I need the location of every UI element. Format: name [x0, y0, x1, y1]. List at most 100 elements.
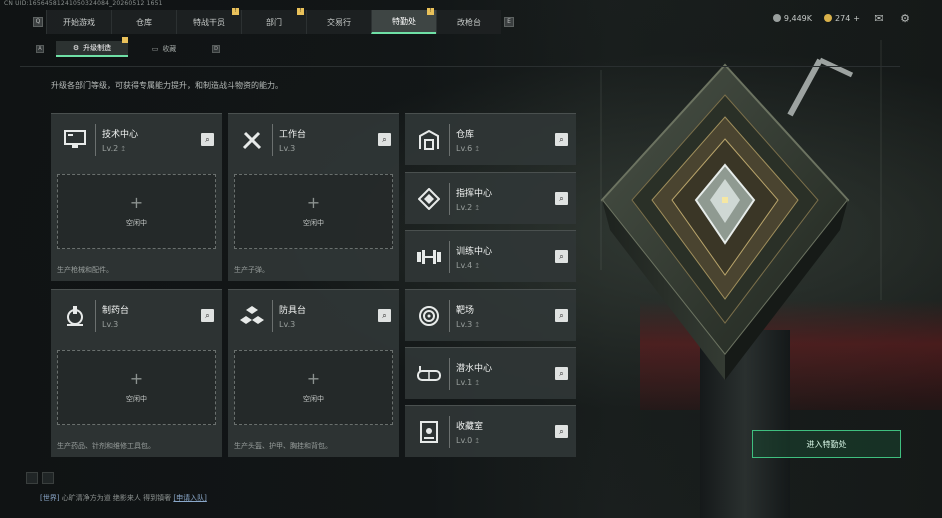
tab-start-game[interactable]: 开始游戏 — [46, 10, 111, 34]
card-warehouse[interactable]: 仓库 Lv.6 ↥ ⌕ — [405, 113, 576, 165]
card-command-center[interactable]: 指挥中心 Lv.2 ↥ ⌕ — [405, 172, 576, 224]
silver-currency: 9,449K — [772, 14, 812, 23]
card-level: Lv.4 — [456, 261, 473, 270]
slot-status: 空闲中 — [303, 218, 324, 227]
card-title: 技术中心 — [102, 130, 139, 140]
notification-badge: ! — [297, 8, 304, 15]
search-icon[interactable]: ⌕ — [555, 425, 568, 438]
tab-label: 特勤处 — [392, 16, 416, 26]
mail-icon[interactable]: ✉ — [872, 12, 886, 25]
sub-tabs: A ⚙ 升级制造 ▭ 收藏 D — [36, 37, 232, 58]
card-armor-bench[interactable]: 防具台 Lv.3 ⌕ + 空闲中 生产头盔、护甲、胸挂和背包。 — [228, 289, 399, 457]
tab-warehouse[interactable]: 仓库 — [111, 10, 176, 34]
card-shooting-range[interactable]: 靶场 Lv.3 ↥ ⌕ — [405, 289, 576, 341]
command-icon — [409, 179, 449, 219]
card-training-center[interactable]: 训练中心 Lv.4 ↥ ⌕ — [405, 230, 576, 282]
upgrade-icon: ↥ — [474, 204, 481, 212]
card-separator — [272, 124, 273, 156]
gear-icon[interactable]: ⚙ — [898, 12, 912, 25]
card-title: 制药台 — [102, 306, 130, 316]
header-divider — [20, 66, 900, 67]
plus-icon: + — [306, 192, 321, 212]
card-note: 生产药品、针剂和维修工具包。 — [57, 442, 155, 450]
tab-label: 特战干员 — [193, 17, 225, 27]
tab-label: 交易行 — [327, 17, 351, 27]
tab-trading[interactable]: 交易行 — [306, 10, 371, 34]
craft-icon: ⚙ — [72, 44, 80, 52]
card-note: 生产枪械和配件。 — [57, 266, 113, 274]
chat-channel: [世界] — [40, 494, 60, 502]
subtab-upgrade-craft[interactable]: ⚙ 升级制造 — [56, 37, 128, 57]
upgrade-icon: ↥ — [474, 262, 481, 270]
armor-icon — [232, 296, 272, 336]
target-icon — [409, 296, 449, 336]
production-slot[interactable]: + 空闲中 — [234, 174, 393, 249]
chat-toggle-icon[interactable] — [26, 472, 38, 484]
card-separator — [449, 124, 450, 156]
upgrade-icon: ↥ — [474, 437, 481, 445]
production-slot[interactable]: + 空闲中 — [57, 174, 216, 249]
join-team-link[interactable]: [申请入队] — [173, 494, 206, 502]
card-separator — [449, 358, 450, 390]
collection-icon — [409, 412, 449, 452]
a-key-icon[interactable]: A — [36, 45, 44, 53]
tab-gunsmith[interactable]: 改枪台 — [436, 10, 501, 34]
special-ops-cube-illustration — [600, 57, 854, 380]
search-icon[interactable]: ⌕ — [555, 133, 568, 146]
upgrade-icon: ↥ — [474, 379, 481, 387]
top-right-bar: 9,449K 274 + ✉ ⚙ — [772, 12, 912, 25]
search-icon[interactable]: ⌕ — [555, 192, 568, 205]
production-slot[interactable]: + 空闲中 — [234, 350, 393, 425]
card-separator — [449, 183, 450, 215]
tab-operators[interactable]: 特战干员! — [176, 8, 241, 34]
slot-status: 空闲中 — [126, 394, 147, 403]
card-note: 生产子弹。 — [234, 266, 269, 274]
tab-special-ops[interactable]: 特勤处! — [371, 8, 436, 34]
search-icon[interactable]: ⌕ — [378, 309, 391, 322]
production-slot[interactable]: + 空闲中 — [57, 350, 216, 425]
card-title: 防具台 — [279, 306, 307, 316]
search-icon[interactable]: ⌕ — [555, 309, 568, 322]
card-level: Lv.3 — [102, 320, 119, 329]
card-title: 收藏室 — [456, 422, 484, 432]
gold-amount: 274 — [835, 13, 851, 23]
card-separator — [449, 300, 450, 332]
enter-special-ops-button[interactable]: 进入特勤处 — [752, 430, 901, 458]
subtab-label: 升级制造 — [83, 44, 112, 52]
card-diving-center[interactable]: 潜水中心 Lv.1 ↥ ⌕ — [405, 347, 576, 399]
slot-status: 空闲中 — [126, 218, 147, 227]
search-icon[interactable]: ⌕ — [201, 133, 214, 146]
chat-message: 心旷清净方为道 绝影来人 得到镇奢 — [61, 494, 172, 502]
subtab-collection[interactable]: ▭ 收藏 — [128, 41, 200, 57]
card-tech-center[interactable]: 技术中心 Lv.2 ↥ ⌕ + 空闲中 生产枪械和配件。 — [51, 113, 222, 281]
card-title: 指挥中心 — [456, 189, 493, 199]
nav-prev-key[interactable]: Q — [30, 10, 46, 34]
card-collection-room[interactable]: 收藏室 Lv.0 ↥ ⌕ — [405, 405, 576, 457]
card-workbench[interactable]: 工作台 Lv.3 ⌕ + 空闲中 生产子弹。 — [228, 113, 399, 281]
card-separator — [272, 300, 273, 332]
plus-icon: + — [306, 368, 321, 388]
page-description: 升级各部门等级，可获得专属能力提升，和制造战斗物资的能力。 — [51, 81, 283, 90]
search-icon[interactable]: ⌕ — [555, 250, 568, 263]
search-icon[interactable]: ⌕ — [555, 367, 568, 380]
gold-coin-icon — [824, 14, 833, 22]
search-icon[interactable]: ⌕ — [378, 133, 391, 146]
plus-icon: + — [129, 368, 144, 388]
diving-mask-icon — [409, 354, 449, 394]
dumbbell-icon — [409, 237, 449, 277]
card-level: Lv.2 — [102, 144, 119, 153]
d-key-icon[interactable]: D — [212, 45, 220, 53]
top-navigation: Q 开始游戏 仓库 特战干员! 部门! 交易行 特勤处! 改枪台 E — [30, 8, 517, 34]
tools-icon — [232, 120, 272, 160]
add-gold-button[interactable]: + — [853, 14, 860, 23]
search-icon[interactable]: ⌕ — [201, 309, 214, 322]
slot-status: 空闲中 — [303, 394, 324, 403]
emote-icon[interactable] — [42, 472, 54, 484]
card-level: Lv.3 — [456, 320, 473, 329]
card-pharmacy[interactable]: 制药台 Lv.3 ⌕ + 空闲中 生产药品、针剂和维修工具包。 — [51, 289, 222, 457]
tab-departments[interactable]: 部门! — [241, 8, 306, 34]
card-level: Lv.3 — [279, 320, 296, 329]
nav-next-key[interactable]: E — [501, 10, 517, 34]
gold-currency[interactable]: 274 + — [824, 14, 860, 23]
tab-label: 仓库 — [136, 17, 152, 27]
